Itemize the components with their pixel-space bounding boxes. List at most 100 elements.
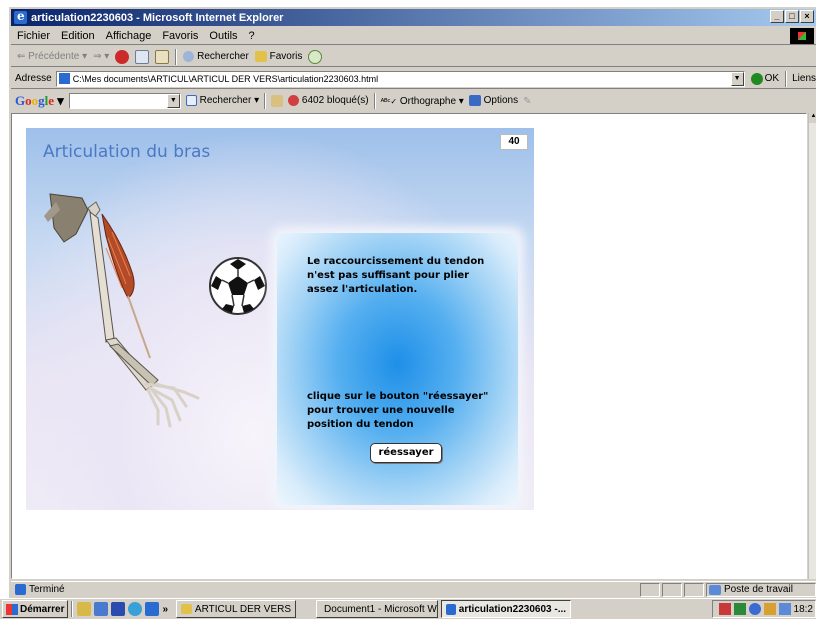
google-search-button[interactable]: Rechercher ▾	[185, 95, 259, 107]
quicklaunch-word-icon[interactable]	[111, 602, 126, 616]
address-bar: Adresse C:\Mes documents\ARTICUL\ARTICUL…	[11, 69, 816, 89]
score-counter: 40	[500, 134, 528, 150]
spellcheck-button[interactable]: ᴬᴮᶜ✓ Orthographe ▾	[381, 96, 464, 107]
folder-icon	[181, 604, 192, 614]
status-cell	[684, 582, 704, 597]
start-label: Démarrer	[20, 603, 65, 615]
refresh-icon[interactable]	[135, 49, 150, 64]
toolbar-separator	[175, 48, 178, 65]
title-bar: articulation2230603 - Microsoft Internet…	[11, 9, 816, 26]
status-cell	[640, 582, 660, 597]
task-explorer-folder[interactable]: ARTICUL DER VERS	[176, 600, 297, 618]
status-bar: Terminé Poste de travail	[11, 581, 816, 597]
stop-icon[interactable]	[115, 49, 130, 64]
scroll-up-icon[interactable]: ▲	[809, 113, 816, 123]
retry-button[interactable]: réessayer	[370, 443, 442, 463]
options-button[interactable]: Options	[468, 95, 519, 107]
task-word-document[interactable]: Document1 - Microsoft Word	[316, 600, 439, 618]
google-logo[interactable]: Google ▾	[15, 93, 64, 109]
tray-globe-icon[interactable]	[748, 603, 761, 615]
task-label: articulation2230603 -...	[458, 603, 567, 615]
search-button[interactable]: Rechercher	[183, 50, 249, 63]
google-logo-letter: G	[15, 93, 26, 108]
pagerank-icon[interactable]	[271, 95, 284, 107]
favorites-icon	[254, 50, 267, 62]
quicklaunch-more-button[interactable]: »	[162, 604, 168, 615]
quicklaunch-desktop-icon[interactable]	[94, 602, 109, 616]
options-icon	[468, 95, 481, 107]
window-title: articulation2230603 - Microsoft Internet…	[31, 11, 284, 24]
ie-logo-icon	[14, 9, 27, 24]
go-button[interactable]: OK	[750, 72, 780, 85]
address-separator	[785, 70, 788, 87]
computer-icon	[709, 584, 721, 595]
status-text: Terminé	[29, 584, 65, 595]
feedback-panel: Le raccourcissement du tendon n'est pas …	[277, 233, 518, 505]
quicklaunch-ie-icon[interactable]	[145, 602, 160, 616]
address-input[interactable]: C:\Mes documents\ARTICUL\ARTICUL DER VER…	[55, 70, 745, 87]
tray-app-icon[interactable]	[718, 603, 731, 615]
feedback-message: Le raccourcissement du tendon n'est pas …	[307, 256, 485, 295]
go-label: OK	[764, 73, 780, 84]
vertical-scrollbar[interactable]: ▲	[808, 113, 816, 579]
page-content: Articulation du bras 40 Le raccourcissem…	[11, 113, 807, 579]
home-icon[interactable]	[155, 49, 170, 64]
google-search-input[interactable]: ▼	[68, 93, 181, 109]
tray-monitor-icon[interactable]	[778, 603, 791, 615]
address-label: Adresse	[15, 73, 52, 84]
favorites-button[interactable]: Favoris	[254, 50, 303, 63]
menu-edition[interactable]: Edition	[61, 30, 95, 42]
google-search-dropdown-icon[interactable]: ▼	[166, 94, 180, 108]
ie-icon	[446, 603, 456, 615]
close-button[interactable]: ×	[800, 10, 814, 23]
menu-favoris[interactable]: Favoris	[162, 30, 198, 42]
spellcheck-icon: ᴬᴮᶜ✓	[380, 96, 398, 106]
task-internet-explorer[interactable]: articulation2230603 -...	[441, 600, 572, 618]
browser-window: articulation2230603 - Microsoft Internet…	[8, 6, 816, 619]
address-dropdown-icon[interactable]: ▼	[730, 71, 744, 86]
minimize-button[interactable]: _	[770, 10, 784, 23]
windows-flag-icon	[6, 603, 18, 615]
highlighter-icon[interactable]: ✎	[523, 96, 531, 107]
task-label: ARTICUL DER VERS	[194, 603, 292, 615]
google-logo-letter: e	[48, 93, 55, 108]
flash-stage: Articulation du bras 40 Le raccourcissem…	[26, 128, 534, 510]
favorites-label: Favoris	[269, 51, 303, 63]
address-value: C:\Mes documents\ARTICUL\ARTICUL DER VER…	[72, 73, 379, 84]
arm-skeleton-illustration	[44, 193, 200, 428]
windows-logo-icon	[790, 28, 814, 44]
menu-affichage[interactable]: Affichage	[106, 30, 152, 42]
menu-bar: Fichier Edition Affichage Favoris Outils…	[11, 28, 816, 45]
search-label: Rechercher	[197, 51, 249, 63]
popup-blocked-count: 6402 bloqué(s)	[301, 95, 369, 107]
task-label: Document1 - Microsoft Word	[324, 603, 437, 615]
back-label: Précédente	[28, 51, 80, 62]
menu-help[interactable]: ?	[249, 30, 255, 42]
quicklaunch-folder-icon[interactable]	[77, 602, 92, 616]
tray-volume-icon[interactable]	[763, 603, 776, 615]
back-button[interactable]: ⇐ Précédente ▾	[17, 51, 87, 62]
google-search-icon	[185, 95, 197, 107]
popup-blocker-button[interactable]: 6402 bloqué(s)	[288, 95, 369, 107]
page-title: Articulation du bras	[43, 142, 211, 162]
start-button[interactable]: Démarrer	[2, 600, 69, 618]
windows-taskbar: Démarrer » ARTICUL DER VERS Document1 - …	[0, 598, 816, 619]
security-zone: Poste de travail	[706, 582, 816, 597]
menu-fichier[interactable]: Fichier	[17, 30, 50, 42]
tray-network-icon[interactable]	[733, 603, 746, 615]
menu-outils[interactable]: Outils	[209, 30, 237, 42]
taskbar-separator	[71, 601, 74, 617]
popup-blocker-icon	[288, 95, 300, 107]
page-icon	[58, 73, 70, 84]
status-cell	[662, 582, 682, 597]
options-label: Options	[483, 95, 519, 107]
quicklaunch-media-icon[interactable]	[128, 602, 143, 616]
history-icon[interactable]	[308, 49, 323, 64]
clock: 18:2	[793, 603, 813, 615]
soccer-ball-icon	[209, 257, 267, 315]
links-button[interactable]: Liens	[792, 73, 816, 84]
go-arrow-icon	[750, 72, 763, 85]
maximize-button[interactable]: □	[785, 10, 799, 23]
google-toolbar: Google ▾ ▼ Rechercher ▾ 6402 bloqué(s) ᴬ…	[11, 91, 816, 111]
forward-button[interactable]: ⇒ ▾	[93, 51, 109, 62]
